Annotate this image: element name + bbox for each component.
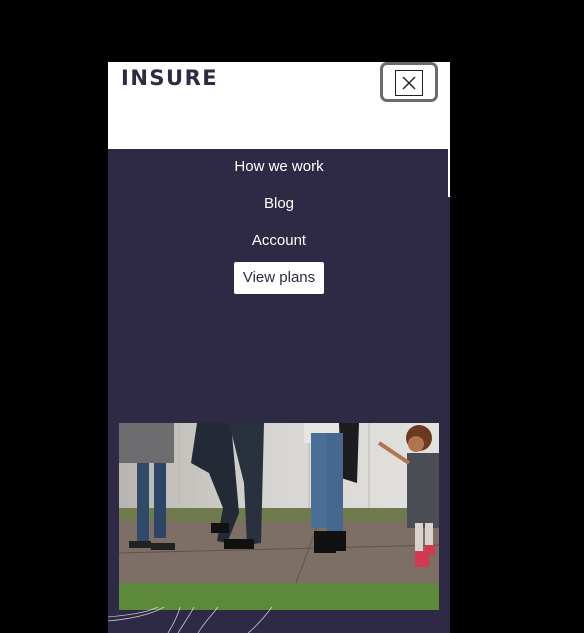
view-plans-button[interactable]: View plans (234, 262, 324, 294)
nav-item-blog[interactable]: Blog (108, 194, 450, 214)
hero-image (119, 423, 439, 610)
mobile-page: INSURE How we work Blog Account View pla… (108, 62, 450, 633)
close-icon (395, 70, 423, 96)
mobile-nav: How we work Blog Account View plans (108, 149, 450, 294)
header: INSURE (108, 62, 450, 149)
decorative-swirl (108, 607, 273, 633)
nav-item-how-we-work[interactable]: How we work (108, 157, 450, 177)
nav-item-account[interactable]: Account (108, 231, 450, 251)
logo[interactable]: INSURE (121, 67, 218, 89)
close-menu-button[interactable] (380, 62, 438, 102)
